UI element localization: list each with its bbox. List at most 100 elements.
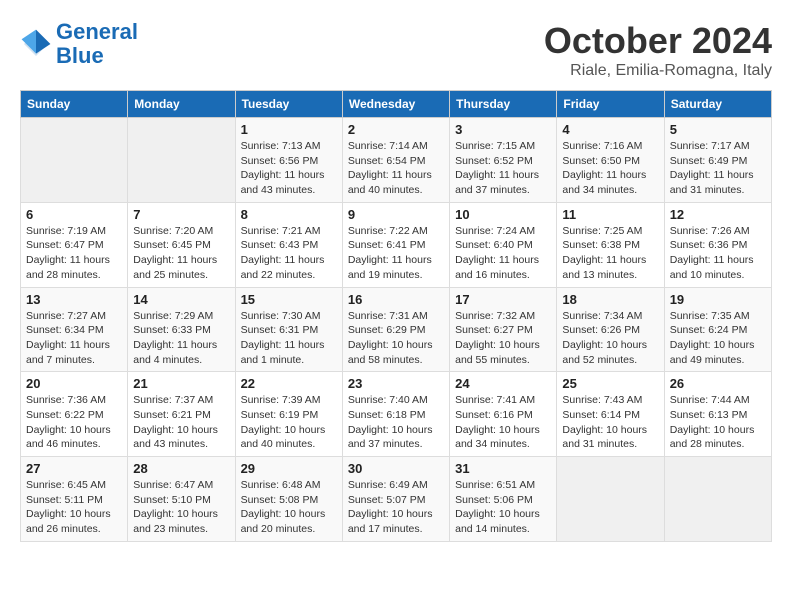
day-number: 30 xyxy=(348,461,444,476)
day-info: Sunrise: 7:32 AMSunset: 6:27 PMDaylight:… xyxy=(455,309,551,368)
day-info: Sunrise: 7:39 AMSunset: 6:19 PMDaylight:… xyxy=(241,393,337,452)
weekday-header-friday: Friday xyxy=(557,91,664,118)
day-number: 14 xyxy=(133,292,229,307)
day-number: 20 xyxy=(26,376,122,391)
day-number: 22 xyxy=(241,376,337,391)
day-number: 25 xyxy=(562,376,658,391)
day-info: Sunrise: 7:36 AMSunset: 6:22 PMDaylight:… xyxy=(26,393,122,452)
calendar-cell: 19Sunrise: 7:35 AMSunset: 6:24 PMDayligh… xyxy=(664,287,771,372)
day-number: 18 xyxy=(562,292,658,307)
calendar-cell: 21Sunrise: 7:37 AMSunset: 6:21 PMDayligh… xyxy=(128,372,235,457)
calendar-cell: 15 Sunrise: 7:30 AMSunset: 6:31 PMDayligh… xyxy=(235,287,342,372)
day-info: Sunrise: 7:16 AMSunset: 6:50 PMDaylight:… xyxy=(562,139,658,198)
day-info: Sunrise: 7:30 AMSunset: 6:31 PMDaylight:… xyxy=(241,309,337,368)
calendar-week-1: 6 Sunrise: 7:19 AMSunset: 6:47 PMDaylight… xyxy=(21,202,772,287)
day-number: 6 xyxy=(26,207,122,222)
calendar-cell: 16Sunrise: 7:31 AMSunset: 6:29 PMDayligh… xyxy=(342,287,449,372)
day-info: Sunrise: 7:17 AMSunset: 6:49 PMDaylight:… xyxy=(670,139,766,198)
calendar-cell: 8Sunrise: 7:21 AMSunset: 6:43 PMDaylight… xyxy=(235,202,342,287)
day-number: 9 xyxy=(348,207,444,222)
calendar-cell: 2Sunrise: 7:14 AMSunset: 6:54 PMDaylight… xyxy=(342,118,449,203)
day-number: 15 xyxy=(241,292,337,307)
day-number: 8 xyxy=(241,207,337,222)
day-number: 10 xyxy=(455,207,551,222)
calendar-week-0: 1 Sunrise: 7:13 AMSunset: 6:56 PMDaylight… xyxy=(21,118,772,203)
weekday-header-tuesday: Tuesday xyxy=(235,91,342,118)
calendar-cell: 9 Sunrise: 7:22 AMSunset: 6:41 PMDaylight… xyxy=(342,202,449,287)
day-number: 11 xyxy=(562,207,658,222)
day-info: Sunrise: 7:31 AMSunset: 6:29 PMDaylight:… xyxy=(348,309,444,368)
day-info: Sunrise: 6:47 AMSunset: 5:10 PMDaylight:… xyxy=(133,478,229,537)
logo: General Blue xyxy=(20,20,138,68)
calendar-header: SundayMondayTuesdayWednesdayThursdayFrid… xyxy=(21,91,772,118)
day-number: 23 xyxy=(348,376,444,391)
calendar-cell: 11 Sunrise: 7:25 AMSunset: 6:38 PMDayligh… xyxy=(557,202,664,287)
calendar-cell: 13 Sunrise: 7:27 AMSunset: 6:34 PMDayligh… xyxy=(21,287,128,372)
day-info: Sunrise: 7:34 AMSunset: 6:26 PMDaylight:… xyxy=(562,309,658,368)
day-info: Sunrise: 7:22 AMSunset: 6:41 PMDaylight:… xyxy=(348,224,444,283)
calendar-cell xyxy=(557,457,664,542)
weekday-header-monday: Monday xyxy=(128,91,235,118)
calendar-cell: 28 Sunrise: 6:47 AMSunset: 5:10 PMDayligh… xyxy=(128,457,235,542)
day-info: Sunrise: 6:48 AMSunset: 5:08 PMDaylight:… xyxy=(241,478,337,537)
day-info: Sunrise: 7:27 AMSunset: 6:34 PMDaylight:… xyxy=(26,309,122,368)
day-info: Sunrise: 7:19 AMSunset: 6:47 PMDaylight:… xyxy=(26,224,122,283)
calendar-cell: 10 Sunrise: 7:24 AMSunset: 6:40 PMDayligh… xyxy=(450,202,557,287)
day-info: Sunrise: 7:25 AMSunset: 6:38 PMDaylight:… xyxy=(562,224,658,283)
day-number: 17 xyxy=(455,292,551,307)
calendar-week-4: 27 Sunrise: 6:45 AMSunset: 5:11 PMDayligh… xyxy=(21,457,772,542)
calendar-cell xyxy=(128,118,235,203)
day-info: Sunrise: 7:13 AMSunset: 6:56 PMDaylight:… xyxy=(241,139,337,198)
day-number: 29 xyxy=(241,461,337,476)
calendar-cell: 4 Sunrise: 7:16 AMSunset: 6:50 PMDaylight… xyxy=(557,118,664,203)
logo-icon xyxy=(20,28,52,60)
day-info: Sunrise: 7:43 AMSunset: 6:14 PMDaylight:… xyxy=(562,393,658,452)
month-title: October 2024 xyxy=(544,20,772,62)
calendar-cell: 20 Sunrise: 7:36 AMSunset: 6:22 PMDayligh… xyxy=(21,372,128,457)
day-number: 31 xyxy=(455,461,551,476)
location-title: Riale, Emilia-Romagna, Italy xyxy=(544,62,772,80)
calendar-cell: 29 Sunrise: 6:48 AMSunset: 5:08 PMDayligh… xyxy=(235,457,342,542)
calendar-cell: 31 Sunrise: 6:51 AMSunset: 5:06 PMDayligh… xyxy=(450,457,557,542)
day-number: 1 xyxy=(241,122,337,137)
day-info: Sunrise: 7:37 AMSunset: 6:21 PMDaylight:… xyxy=(133,393,229,452)
calendar-week-3: 20 Sunrise: 7:36 AMSunset: 6:22 PMDayligh… xyxy=(21,372,772,457)
day-number: 13 xyxy=(26,292,122,307)
day-number: 27 xyxy=(26,461,122,476)
calendar-cell: 23Sunrise: 7:40 AMSunset: 6:18 PMDayligh… xyxy=(342,372,449,457)
day-info: Sunrise: 7:35 AMSunset: 6:24 PMDaylight:… xyxy=(670,309,766,368)
calendar-cell: 27 Sunrise: 6:45 AMSunset: 5:11 PMDayligh… xyxy=(21,457,128,542)
day-info: Sunrise: 6:49 AMSunset: 5:07 PMDaylight:… xyxy=(348,478,444,537)
calendar-cell xyxy=(664,457,771,542)
weekday-header-thursday: Thursday xyxy=(450,91,557,118)
day-number: 4 xyxy=(562,122,658,137)
calendar-cell: 12Sunrise: 7:26 AMSunset: 6:36 PMDayligh… xyxy=(664,202,771,287)
weekday-header-sunday: Sunday xyxy=(21,91,128,118)
calendar-table: SundayMondayTuesdayWednesdayThursdayFrid… xyxy=(20,90,772,542)
calendar-cell: 17 Sunrise: 7:32 AMSunset: 6:27 PMDayligh… xyxy=(450,287,557,372)
day-number: 5 xyxy=(670,122,766,137)
day-number: 28 xyxy=(133,461,229,476)
day-info: Sunrise: 6:45 AMSunset: 5:11 PMDaylight:… xyxy=(26,478,122,537)
day-number: 26 xyxy=(670,376,766,391)
day-info: Sunrise: 7:44 AMSunset: 6:13 PMDaylight:… xyxy=(670,393,766,452)
logo-text: General Blue xyxy=(56,20,138,68)
day-number: 24 xyxy=(455,376,551,391)
day-info: Sunrise: 7:26 AMSunset: 6:36 PMDaylight:… xyxy=(670,224,766,283)
page-header: General Blue October 2024 Riale, Emilia-… xyxy=(20,20,772,80)
calendar-cell: 1 Sunrise: 7:13 AMSunset: 6:56 PMDaylight… xyxy=(235,118,342,203)
calendar-cell: 18 Sunrise: 7:34 AMSunset: 6:26 PMDayligh… xyxy=(557,287,664,372)
day-info: Sunrise: 7:24 AMSunset: 6:40 PMDaylight:… xyxy=(455,224,551,283)
calendar-cell: 14Sunrise: 7:29 AMSunset: 6:33 PMDayligh… xyxy=(128,287,235,372)
day-info: Sunrise: 6:51 AMSunset: 5:06 PMDaylight:… xyxy=(455,478,551,537)
weekday-header-wednesday: Wednesday xyxy=(342,91,449,118)
calendar-cell: 30 Sunrise: 6:49 AMSunset: 5:07 PMDayligh… xyxy=(342,457,449,542)
title-block: October 2024 Riale, Emilia-Romagna, Ital… xyxy=(544,20,772,80)
weekday-header-saturday: Saturday xyxy=(664,91,771,118)
calendar-cell: 7Sunrise: 7:20 AMSunset: 6:45 PMDaylight… xyxy=(128,202,235,287)
calendar-cell: 24 Sunrise: 7:41 AMSunset: 6:16 PMDayligh… xyxy=(450,372,557,457)
calendar-cell: 3Sunrise: 7:15 AMSunset: 6:52 PMDaylight… xyxy=(450,118,557,203)
calendar-cell: 26 Sunrise: 7:44 AMSunset: 6:13 PMDayligh… xyxy=(664,372,771,457)
day-number: 7 xyxy=(133,207,229,222)
day-info: Sunrise: 7:41 AMSunset: 6:16 PMDaylight:… xyxy=(455,393,551,452)
